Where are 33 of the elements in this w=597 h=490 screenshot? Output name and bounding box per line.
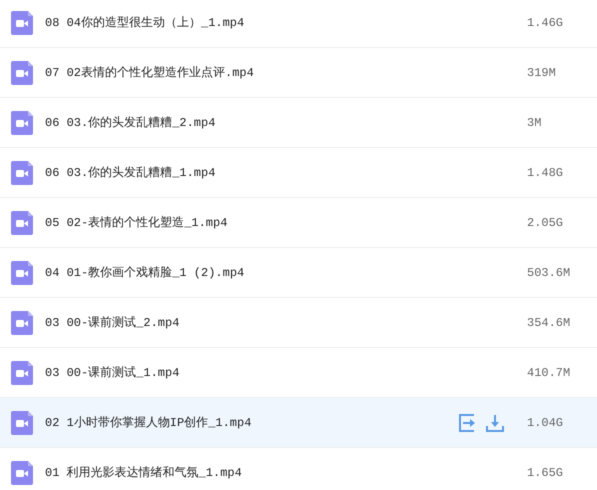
- file-name: 03 00-课前测试_1.mp4: [44, 365, 180, 381]
- download-button[interactable]: [486, 414, 504, 432]
- file-name: 05 02-表情的个性化塑造_1.mp4: [44, 214, 228, 231]
- file-name: 08 04你的造型很生动（上）_1.mp4: [44, 15, 246, 31]
- video-file-icon: [11, 410, 33, 434]
- file-name: 06 03.你的头发乱糟糟_1.mp4: [44, 165, 216, 181]
- file-size: 1.65G: [527, 466, 564, 480]
- file-size: 1.46G: [527, 16, 564, 30]
- file-name: 01 利用光影表达情绪和气氛_1.mp4: [44, 465, 243, 481]
- file-size: 1.48G: [527, 166, 564, 180]
- video-file-icon: [11, 160, 33, 184]
- move-button[interactable]: [459, 414, 477, 432]
- video-file-icon: [11, 460, 33, 484]
- video-file-icon: [11, 360, 33, 384]
- file-size: 1.04G: [527, 416, 564, 430]
- file-size: 3M: [527, 116, 542, 130]
- video-file-icon: [11, 310, 33, 334]
- file-size: 410.7M: [527, 366, 572, 380]
- file-size: 354.6M: [527, 316, 572, 330]
- video-file-icon: [11, 10, 33, 34]
- file-name: 04 01-教你画个戏精脸_1 (2).mp4: [44, 265, 246, 281]
- video-file-icon: [11, 260, 33, 284]
- video-file-icon: [11, 210, 33, 234]
- file-name: 06 03.你的头发乱糟糟_2.mp4: [44, 115, 216, 131]
- file-name: 02 1小时带你掌握人物IP创作_1.mp4: [44, 415, 252, 431]
- file-name: 07 02表情的个性化塑造作业点评.mp4: [44, 64, 255, 81]
- video-file-icon: [11, 60, 33, 84]
- video-file-icon: [11, 110, 33, 134]
- file-size: 2.05G: [527, 216, 564, 230]
- file-size: 319M: [527, 66, 557, 80]
- file-name: 03 00-课前测试_2.mp4: [44, 315, 180, 331]
- file-row[interactable]: 02 1小时带你掌握人物IP创作_1.mp4 1.04G: [0, 398, 597, 448]
- file-size: 503.6M: [527, 266, 572, 280]
